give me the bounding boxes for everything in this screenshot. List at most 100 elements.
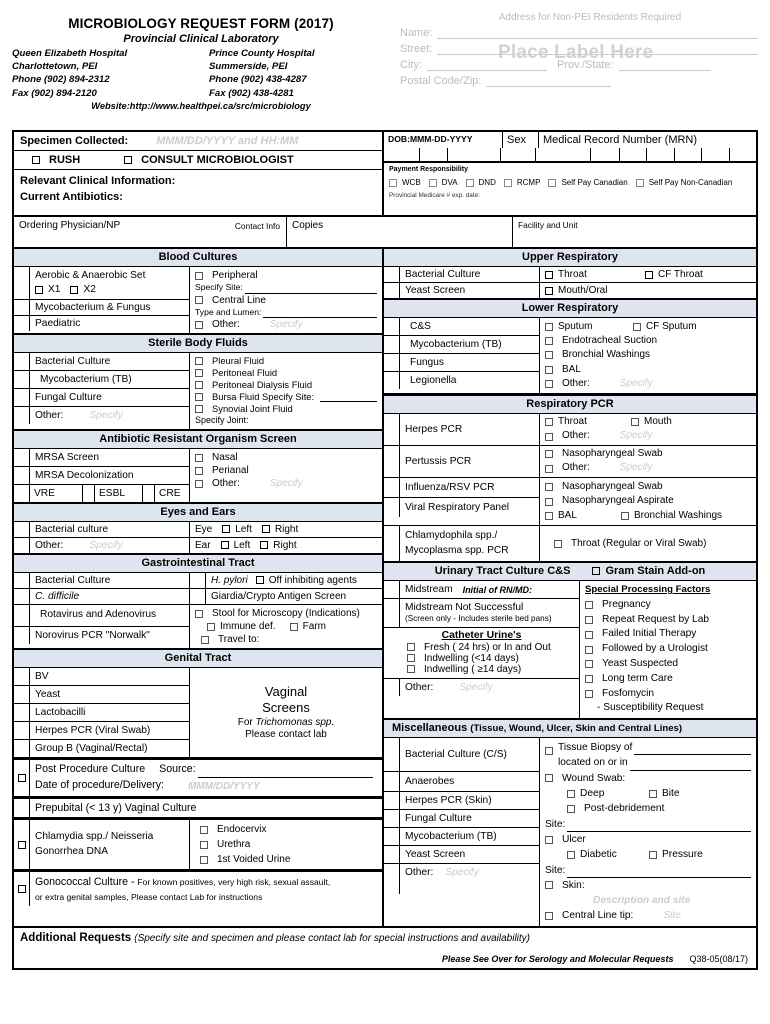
table-row[interactable]: C&S xyxy=(384,318,539,336)
ear-left-option[interactable]: Left xyxy=(220,540,250,551)
table-row[interactable]: Bacterial Culture H. pylori Off inhibiti… xyxy=(14,572,382,589)
table-row[interactable]: Fungal Culture xyxy=(14,389,189,408)
initial-rn-md-label[interactable]: Initial of RN/MD: xyxy=(463,585,533,595)
option-1st-voided-urine[interactable]: 1st Voided Urine xyxy=(200,852,377,867)
select-checkbox-cell[interactable] xyxy=(14,267,30,299)
select-checkbox-cell[interactable] xyxy=(384,864,400,895)
table-row[interactable]: Lactobacilli xyxy=(14,704,189,723)
option-diabetic[interactable]: Diabetic xyxy=(567,847,649,862)
select-checkbox-cell[interactable] xyxy=(14,722,30,740)
select-checkbox-cell[interactable] xyxy=(384,267,400,282)
select-checkbox-cell[interactable] xyxy=(384,846,400,864)
option-throat[interactable]: Throat xyxy=(545,415,631,430)
table-row[interactable]: Paediatric xyxy=(14,315,189,331)
name-field[interactable] xyxy=(437,27,758,39)
select-checkbox-cell[interactable] xyxy=(384,828,400,846)
select-checkbox-cell[interactable] xyxy=(14,315,30,331)
payment-option-self-pay-canadian[interactable]: Self Pay Canadian xyxy=(548,178,628,187)
post-procedure-culture-row[interactable]: Post Procedure Culture Source: Date of p… xyxy=(14,758,382,798)
option-wound-swab[interactable]: Wound Swab: xyxy=(545,771,751,786)
option-peripheral[interactable]: Peripheral xyxy=(195,269,377,282)
specify-placeholder[interactable]: Specify xyxy=(270,318,303,331)
select-checkbox-cell[interactable] xyxy=(384,738,400,772)
option-nasopharyngeal-aspirate[interactable]: Nasopharyngeal Aspirate xyxy=(545,494,751,509)
select-checkbox-cell[interactable] xyxy=(14,407,30,425)
clinical-info-panel[interactable]: Relevant Clinical Information: Current A… xyxy=(14,169,382,215)
option-repeat-request-by-lab[interactable]: Repeat Request by Lab xyxy=(585,613,751,628)
table-row[interactable]: Influenza/RSV PCR xyxy=(384,477,539,498)
option-perianal[interactable]: Perianal xyxy=(195,464,377,477)
off-inhibiting-agents-option[interactable]: Off inhibiting agents xyxy=(255,575,357,586)
table-row[interactable]: Norovirus PCR "Norwalk" xyxy=(14,626,189,644)
payment-option-dva[interactable]: DVA xyxy=(428,178,458,187)
table-row[interactable]: Mycobacterium (TB) xyxy=(384,336,539,354)
option-pregnancy[interactable]: Pregnancy xyxy=(585,598,751,613)
option-nasopharyngeal-swab[interactable]: Nasopharyngeal Swab xyxy=(545,480,751,495)
select-checkbox-cell[interactable] xyxy=(384,445,400,477)
option-mouth[interactable]: Mouth xyxy=(631,415,672,430)
select-checkbox-cell[interactable] xyxy=(14,448,30,466)
specify-placeholder[interactable]: Specify xyxy=(620,377,653,391)
select-checkbox-cell[interactable] xyxy=(384,354,400,371)
table-row[interactable]: Herpes PCR (Skin) xyxy=(384,792,539,811)
test-label-esbl[interactable]: ESBL xyxy=(94,484,142,502)
table-row[interactable]: Other: Specify xyxy=(384,678,579,696)
ear-right-option[interactable]: Right xyxy=(260,540,297,551)
option-skin[interactable]: Skin: xyxy=(545,878,751,893)
specify-placeholder[interactable]: Specify xyxy=(270,477,303,490)
option-post-debridement[interactable]: Post-debridement xyxy=(545,801,751,816)
select-checkbox-cell[interactable] xyxy=(384,792,400,810)
option-immune-def[interactable]: Immune def. xyxy=(207,620,276,633)
table-row[interactable]: Mycobacterium & Fungus xyxy=(14,299,189,316)
option-nasal[interactable]: Nasal xyxy=(195,451,377,464)
type-lumen-input[interactable] xyxy=(263,308,377,319)
table-row[interactable]: Bacterial Culture Throat CF Throat xyxy=(384,267,756,283)
ulcer-site-input[interactable] xyxy=(567,868,751,878)
specify-placeholder[interactable]: Specify xyxy=(89,540,122,551)
option-bronchial-washings[interactable]: Bronchial Washings xyxy=(545,348,751,362)
table-row[interactable]: Viral Respiratory Panel xyxy=(384,497,539,517)
table-row[interactable]: Other: Specify xyxy=(14,407,189,425)
date-of-procedure-input[interactable]: MMM/DD/YYYY xyxy=(188,779,260,794)
option-throat[interactable]: Throat xyxy=(545,269,645,280)
select-checkbox-cell[interactable] xyxy=(14,740,30,758)
option-peritoneal-fluid[interactable]: Peritoneal Fluid xyxy=(195,367,377,379)
option-other[interactable]: Other: Specify xyxy=(195,477,377,490)
option-other[interactable]: Other: Specify xyxy=(545,377,751,391)
select-checkbox-cell[interactable] xyxy=(14,572,30,588)
table-row[interactable]: Yeast xyxy=(14,686,189,705)
select-checkbox-cell[interactable] xyxy=(384,810,400,828)
table-row[interactable]: Bacterial Culture xyxy=(14,353,189,372)
select-checkbox-cell[interactable] xyxy=(384,772,400,792)
table-row[interactable]: Midstream Not Successful (Screen only - … xyxy=(384,599,579,628)
table-row[interactable]: MRSA Screen xyxy=(14,448,189,467)
payment-option-dnd[interactable]: DND xyxy=(465,178,496,187)
option-bal[interactable]: BAL xyxy=(545,363,751,377)
option-bite[interactable]: Bite xyxy=(649,786,680,801)
specimen-collected-row[interactable]: Specimen Collected: MMM/DD/YYYY and HH:M… xyxy=(14,132,382,150)
select-checkbox-cell[interactable] xyxy=(14,668,30,686)
select-checkbox-cell[interactable] xyxy=(14,484,30,502)
option-central-line-tip[interactable]: Central Line tip: Site xyxy=(545,908,751,923)
option-followed-by-urologist[interactable]: Followed by a Urologist xyxy=(585,642,751,657)
vre-checkbox-cell[interactable] xyxy=(82,484,94,502)
select-checkbox-cell[interactable] xyxy=(384,283,400,298)
select-checkbox-cell[interactable] xyxy=(14,371,30,389)
table-row[interactable]: Herpes PCR (Viral Swab) xyxy=(14,722,189,741)
select-checkbox-cell[interactable] xyxy=(384,477,400,497)
table-row[interactable]: Fungal Culture xyxy=(384,810,539,829)
table-row[interactable]: Legionella xyxy=(384,372,539,389)
facility-and-unit-field[interactable]: Facility and Unit xyxy=(512,217,756,247)
option-nasopharyngeal-swab[interactable]: Nasopharyngeal Swab xyxy=(545,447,751,462)
eye-right-option[interactable]: Right xyxy=(261,524,298,535)
select-checkbox-cell[interactable] xyxy=(384,678,400,696)
option-long-term-care[interactable]: Long term Care xyxy=(585,672,751,687)
option-pressure[interactable]: Pressure xyxy=(649,847,703,862)
located-input[interactable] xyxy=(629,761,751,771)
bursa-site-input[interactable] xyxy=(320,392,377,403)
mrn-digit-boxes[interactable] xyxy=(384,148,756,161)
select-checkbox-cell[interactable] xyxy=(14,588,30,604)
option-fresh-24hrs[interactable]: Fresh ( 24 hrs) or In and Out xyxy=(389,642,574,653)
skin-description-placeholder[interactable]: Description and site xyxy=(545,893,751,908)
option-failed-initial-therapy[interactable]: Failed Initial Therapy xyxy=(585,627,751,642)
